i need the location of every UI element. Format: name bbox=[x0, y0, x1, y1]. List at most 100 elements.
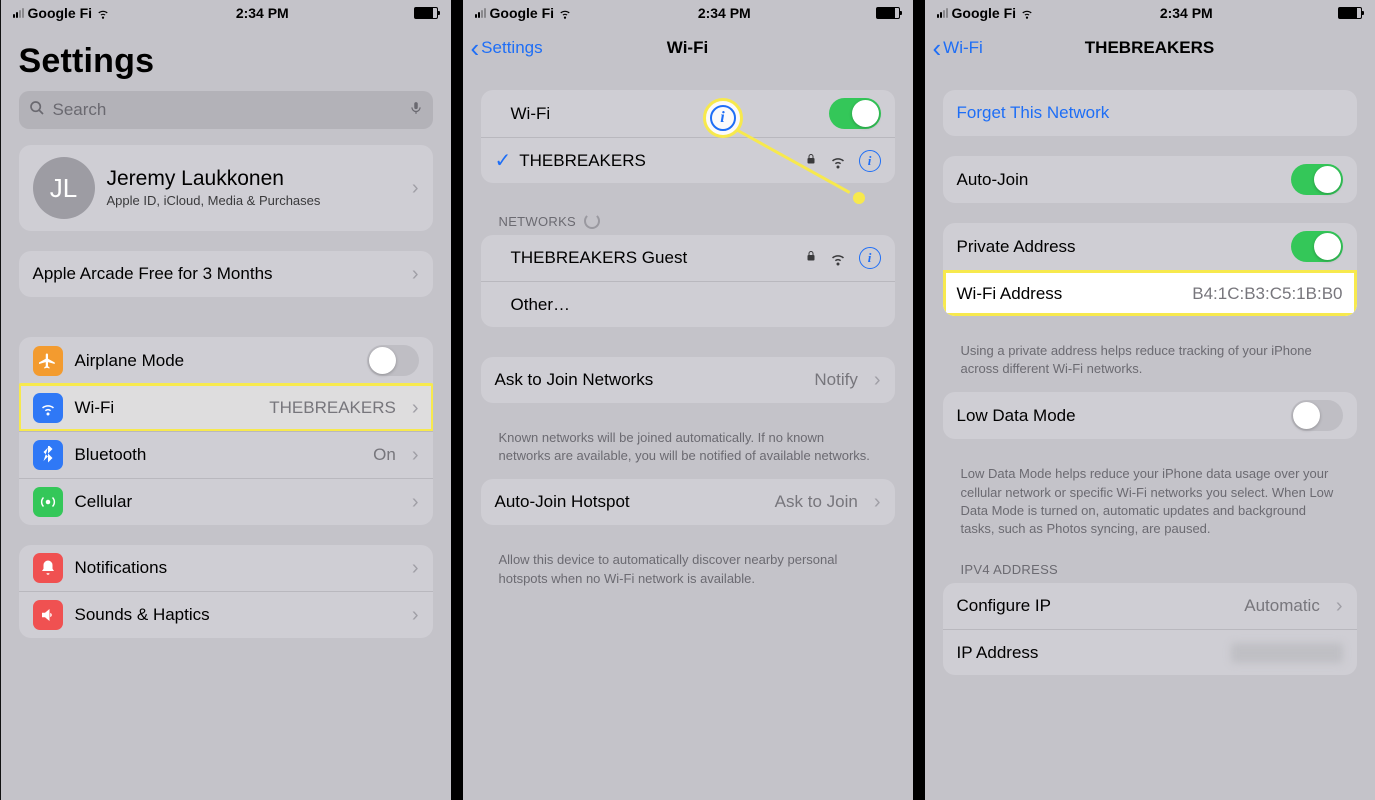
bell-icon bbox=[33, 553, 63, 583]
configure-ip-value: Automatic bbox=[1244, 596, 1320, 616]
private-address-toggle[interactable] bbox=[1291, 231, 1343, 262]
wifi-icon bbox=[96, 6, 110, 20]
chevron-right-icon: › bbox=[412, 491, 419, 514]
time-label: 2:34 PM bbox=[1160, 5, 1213, 21]
cellular-label: Cellular bbox=[75, 492, 396, 512]
signal-icon bbox=[937, 8, 948, 18]
bluetooth-icon bbox=[33, 440, 63, 470]
network-row-guest[interactable]: THEBREAKERS Guest i bbox=[481, 235, 895, 281]
wifi-address-label: Wi-Fi Address bbox=[957, 284, 1181, 304]
page-title: Settings bbox=[1, 26, 451, 91]
wifi-address-row: Wi-Fi Address B4:1C:B3:C5:1B:B0 bbox=[943, 270, 1357, 316]
info-button[interactable]: i bbox=[859, 247, 881, 269]
networks-header: NETWORKS bbox=[463, 203, 913, 235]
airplane-row[interactable]: Airplane Mode bbox=[19, 337, 433, 384]
low-data-toggle[interactable] bbox=[1291, 400, 1343, 431]
low-data-label: Low Data Mode bbox=[957, 406, 1279, 426]
notifications-label: Notifications bbox=[75, 558, 396, 578]
network-row-other[interactable]: Other… bbox=[481, 281, 895, 327]
ask-to-join-footer: Known networks will be joined automatica… bbox=[463, 423, 913, 479]
chevron-right-icon: › bbox=[412, 444, 419, 467]
auto-hotspot-row[interactable]: Auto-Join Hotspot Ask to Join › bbox=[481, 479, 895, 525]
auto-join-toggle[interactable] bbox=[1291, 164, 1343, 195]
navbar: ‹Wi-Fi THEBREAKERS bbox=[925, 26, 1375, 70]
low-data-row: Low Data Mode bbox=[943, 392, 1357, 439]
wifi-address-value: B4:1C:B3:C5:1B:B0 bbox=[1192, 284, 1342, 304]
info-button[interactable]: i bbox=[859, 150, 881, 172]
profile-sub: Apple ID, iCloud, Media & Purchases bbox=[107, 193, 396, 209]
airplane-toggle[interactable] bbox=[367, 345, 419, 376]
time-label: 2:34 PM bbox=[698, 5, 751, 21]
forget-network-label: Forget This Network bbox=[957, 103, 1343, 123]
chevron-right-icon: › bbox=[412, 604, 419, 627]
private-address-footer: Using a private address helps reduce tra… bbox=[925, 336, 1375, 392]
ask-to-join-label: Ask to Join Networks bbox=[495, 370, 803, 390]
ask-to-join-value: Notify bbox=[814, 370, 857, 390]
back-label: Wi-Fi bbox=[943, 38, 983, 58]
chevron-right-icon: › bbox=[412, 397, 419, 420]
callout-endpoint bbox=[853, 192, 865, 204]
back-button[interactable]: ‹Wi-Fi bbox=[933, 35, 983, 61]
wifi-row[interactable]: Wi-Fi THEBREAKERS › bbox=[19, 384, 433, 431]
airplane-label: Airplane Mode bbox=[75, 351, 355, 371]
ip-address-value: 000 000 0 00 bbox=[1231, 643, 1342, 663]
low-data-footer: Low Data Mode helps reduce your iPhone d… bbox=[925, 459, 1375, 552]
signal-icon bbox=[13, 8, 24, 18]
avatar: JL bbox=[33, 157, 95, 219]
status-bar: Google Fi 2:34 PM bbox=[463, 0, 913, 26]
chevron-right-icon: › bbox=[874, 491, 881, 514]
back-button[interactable]: ‹Settings bbox=[471, 35, 543, 61]
carrier-label: Google Fi bbox=[490, 5, 555, 21]
auto-join-label: Auto-Join bbox=[957, 170, 1279, 190]
screen-wifi-list: Google Fi 2:34 PM ‹Settings Wi-Fi i Wi-F… bbox=[463, 0, 913, 800]
auto-join-row: Auto-Join bbox=[943, 156, 1357, 203]
wifi-label: Wi-Fi bbox=[75, 398, 258, 418]
chevron-right-icon: › bbox=[412, 263, 419, 286]
wifi-strength-icon bbox=[829, 152, 847, 170]
nav-title: Wi-Fi bbox=[667, 38, 708, 58]
cellular-row[interactable]: Cellular › bbox=[19, 478, 433, 525]
chevron-left-icon: ‹ bbox=[471, 35, 480, 61]
configure-ip-row[interactable]: Configure IP Automatic › bbox=[943, 583, 1357, 629]
other-label: Other… bbox=[511, 295, 881, 315]
spinner-icon bbox=[584, 213, 600, 229]
back-label: Settings bbox=[481, 38, 542, 58]
status-bar: Google Fi 2:34 PM bbox=[1, 0, 451, 26]
search-input[interactable]: Search bbox=[19, 91, 433, 129]
arcade-label: Apple Arcade Free for 3 Months bbox=[33, 264, 396, 284]
wifi-icon bbox=[558, 6, 572, 20]
wifi-strength-icon bbox=[829, 249, 847, 267]
arcade-row[interactable]: Apple Arcade Free for 3 Months › bbox=[19, 251, 433, 297]
auto-hotspot-label: Auto-Join Hotspot bbox=[495, 492, 763, 512]
network-guest-label: THEBREAKERS Guest bbox=[511, 248, 793, 268]
chevron-right-icon: › bbox=[412, 177, 419, 200]
wifi-value: THEBREAKERS bbox=[269, 398, 396, 418]
airplane-icon bbox=[33, 346, 63, 376]
screen-settings: Google Fi 2:34 PM Settings Search JL Jer… bbox=[1, 0, 451, 800]
connected-network-row[interactable]: ✓ THEBREAKERS i bbox=[481, 137, 895, 183]
bluetooth-row[interactable]: Bluetooth On › bbox=[19, 431, 433, 478]
bluetooth-label: Bluetooth bbox=[75, 445, 362, 465]
wifi-icon bbox=[1020, 6, 1034, 20]
ask-to-join-row[interactable]: Ask to Join Networks Notify › bbox=[481, 357, 895, 403]
sounds-row[interactable]: Sounds & Haptics › bbox=[19, 591, 433, 638]
profile-row[interactable]: JL Jeremy Laukkonen Apple ID, iCloud, Me… bbox=[19, 145, 433, 231]
navbar: ‹Settings Wi-Fi bbox=[463, 26, 913, 70]
notifications-row[interactable]: Notifications › bbox=[19, 545, 433, 591]
wifi-toggle-row: Wi-Fi bbox=[481, 90, 895, 137]
wifi-toggle[interactable] bbox=[829, 98, 881, 129]
private-address-row: Private Address bbox=[943, 223, 1357, 270]
mic-icon bbox=[409, 99, 423, 122]
status-bar: Google Fi 2:34 PM bbox=[925, 0, 1375, 26]
private-address-label: Private Address bbox=[957, 237, 1279, 257]
speaker-icon bbox=[33, 600, 63, 630]
cellular-icon bbox=[33, 487, 63, 517]
carrier-label: Google Fi bbox=[952, 5, 1017, 21]
chevron-right-icon: › bbox=[874, 369, 881, 392]
carrier-label: Google Fi bbox=[28, 5, 93, 21]
profile-name: Jeremy Laukkonen bbox=[107, 167, 396, 191]
chevron-right-icon: › bbox=[412, 557, 419, 580]
forget-network-row[interactable]: Forget This Network bbox=[943, 90, 1357, 136]
battery-icon bbox=[414, 7, 438, 19]
signal-icon bbox=[475, 8, 486, 18]
